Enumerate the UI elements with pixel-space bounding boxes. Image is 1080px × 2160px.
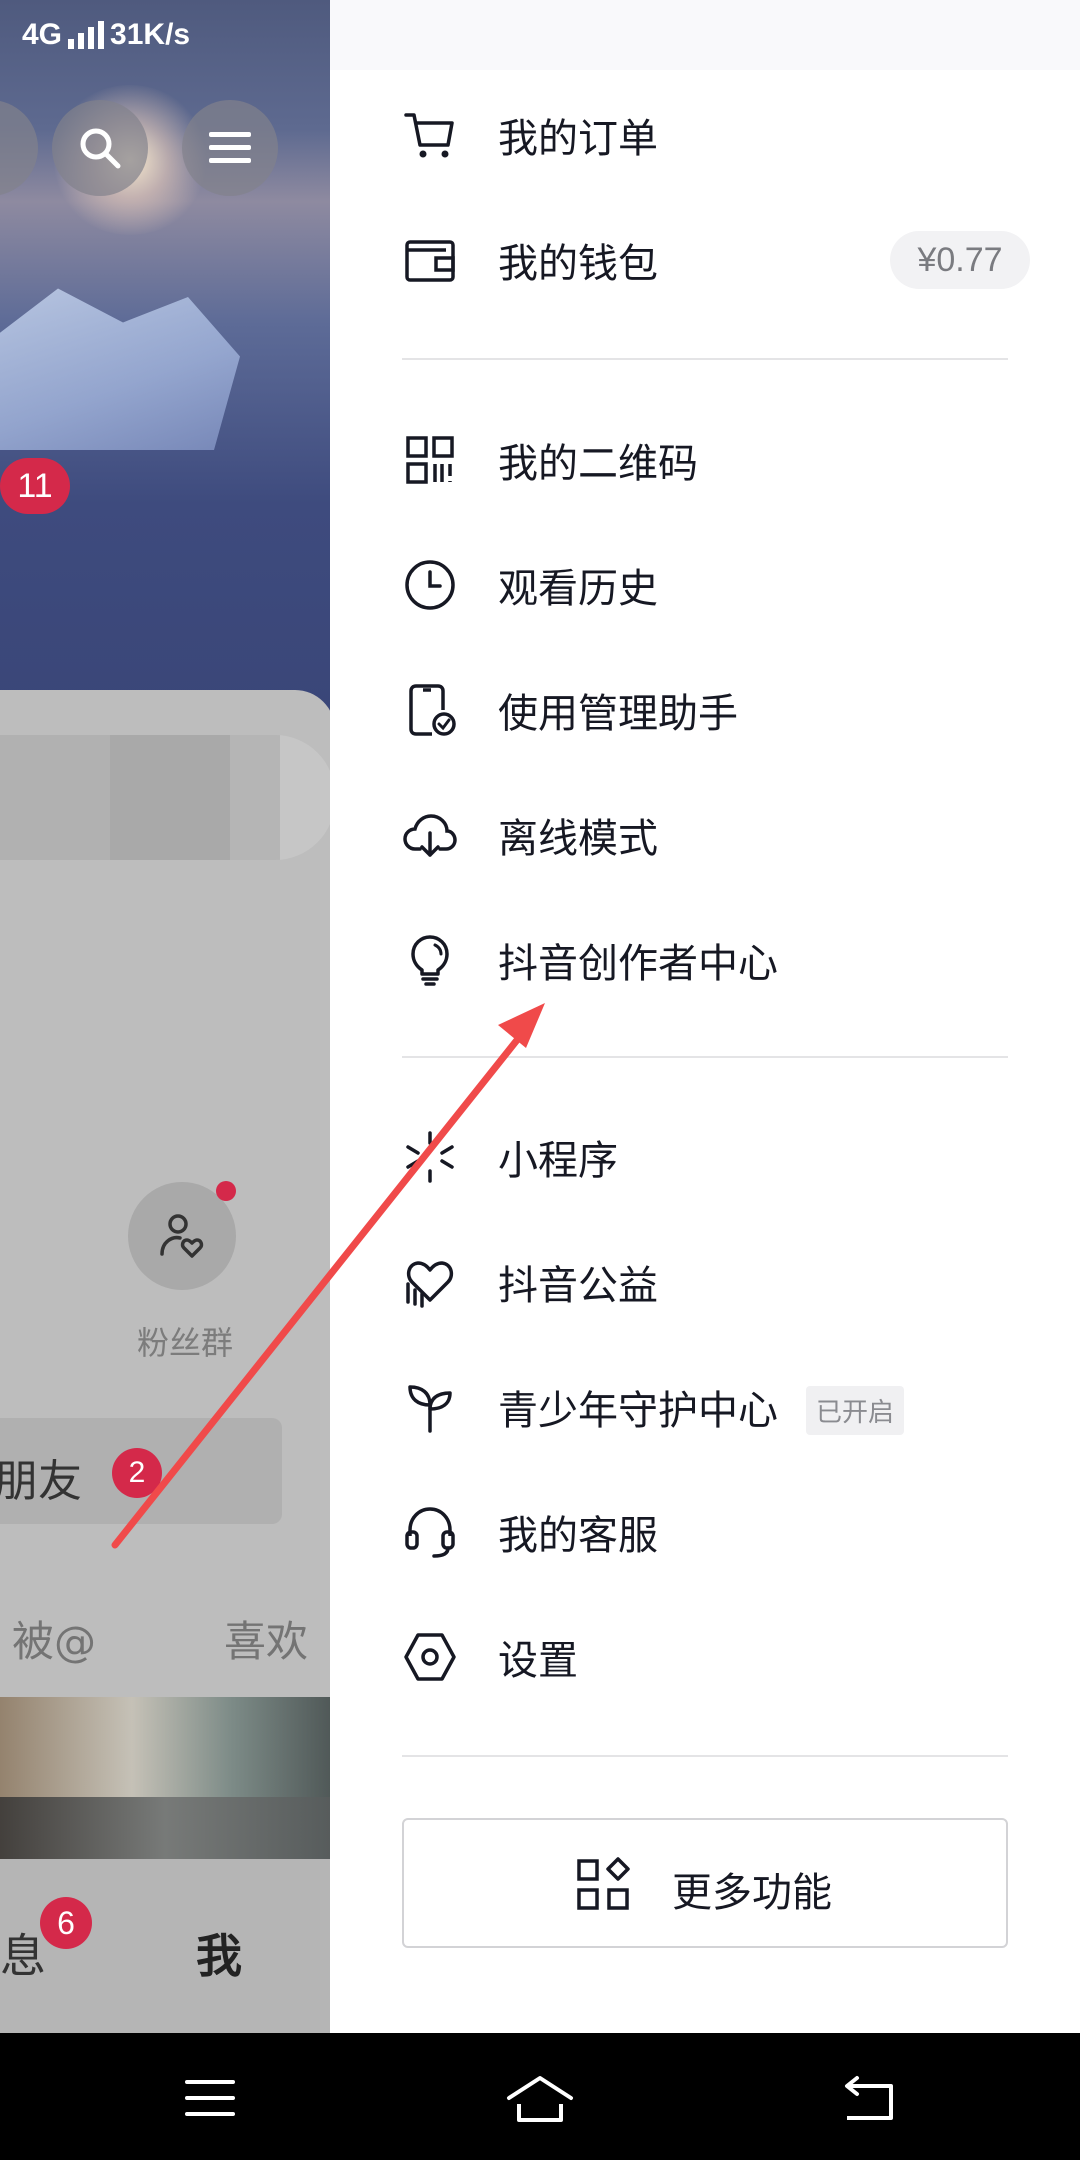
menu-item-label: 观看历史 [498,566,658,612]
hamburger-icon [209,132,251,163]
menu-item-customer-service[interactable]: 我的客服 [330,1477,1080,1587]
headset-icon [402,1504,458,1560]
drawer-status-area [330,0,1080,70]
fans-group-icon [160,1214,204,1258]
network-speed: 31K/s [110,18,191,51]
menu-item-label: 抖音创作者中心 [498,941,778,987]
more-features-label: 更多功能 [672,1870,832,1916]
menu-item-watch-history[interactable]: 观看历史 [330,530,1080,640]
pixelated-username [0,735,330,860]
divider [402,1755,1008,1757]
menu-item-orders[interactable]: 我的订单 [330,80,1080,190]
apps-grid-icon [577,1857,630,1910]
clock-icon [402,557,458,613]
video-thumbnail[interactable] [0,1797,330,1859]
menu-item-label: 我的二维码 [498,441,698,487]
tab-mentions[interactable]: 被@ [12,1608,96,1669]
divider [402,358,1008,360]
menu-item-usage-assistant[interactable]: 使用管理助手 [330,655,1080,765]
menu-item-label: 小程序 [498,1138,618,1184]
menu-item-label: 抖音公益 [498,1263,658,1309]
lightbulb-icon [402,932,458,988]
signal-icon [68,21,105,49]
tab-me[interactable]: 我 [196,1920,242,1986]
menu-item-mini-programs[interactable]: 小程序 [330,1102,1080,1212]
phone-check-icon [402,682,458,738]
friends-badge: 2 [112,1448,162,1498]
menu-item-youth-protection[interactable]: 青少年守护中心 已开启 [330,1352,1080,1462]
menu-item-label: 我的客服 [498,1513,658,1559]
menu-button[interactable] [182,100,278,196]
back-nav-icon[interactable] [835,2068,905,2128]
menu-item-label: 青少年守护中心 [498,1388,778,1434]
search-button[interactable] [52,100,148,196]
menu-item-creator-center[interactable]: 抖音创作者中心 [330,905,1080,1015]
video-thumbnail[interactable] [0,1697,330,1797]
notification-badge: 11 [0,458,70,514]
tab-likes[interactable]: 喜欢 [224,1608,308,1669]
menu-item-label: 使用管理助手 [498,691,738,737]
add-friends-label: 加朋友 [0,1456,82,1507]
search-icon [80,128,121,169]
mini-program-icon [402,1129,458,1185]
enabled-tag: 已开启 [806,1386,905,1435]
home-nav-icon[interactable] [505,2068,575,2128]
status-bar: 4G 31K/s [22,18,190,52]
heart-hand-icon [402,1254,458,1310]
cart-icon [402,107,458,163]
side-drawer: 我的订单 我的钱包 ¥0.77 我的二维码 观看历史 使用管理助手 离线模式 抖… [330,0,1080,2033]
qr-code-icon [402,432,458,488]
profile-page-background: 4G 31K/s 11 粉丝群 加朋友 2 被@ 喜欢 消息 6 我 [0,0,330,2033]
wallet-icon [402,232,458,288]
cloud-download-icon [402,807,458,863]
menu-item-charity[interactable]: 抖音公益 [330,1227,1080,1337]
bottom-tab-bar [0,1859,330,2033]
fans-group-label: 粉丝群 [136,1324,233,1362]
wallet-balance: ¥0.77 [890,231,1030,289]
menu-item-label: 离线模式 [498,816,658,862]
menu-item-label: 设置 [498,1638,578,1684]
divider [402,1056,1008,1058]
fans-notification-dot [216,1181,236,1201]
menu-item-label: 我的订单 [498,116,658,162]
menu-item-wallet[interactable]: 我的钱包 ¥0.77 [330,205,1080,315]
menu-nav-icon[interactable] [175,2068,245,2128]
menu-item-qr-code[interactable]: 我的二维码 [330,405,1080,515]
menu-item-settings[interactable]: 设置 [330,1602,1080,1712]
more-features-button[interactable]: 更多功能 [402,1818,1008,1948]
menu-item-offline-mode[interactable]: 离线模式 [330,780,1080,890]
sprout-icon [402,1379,458,1435]
tab-messages[interactable]: 消息 [0,1920,46,1986]
system-navigation-bar [0,2033,1080,2160]
network-type: 4G [22,18,63,51]
menu-item-label: 我的钱包 [498,241,658,287]
hexagon-settings-icon [402,1629,458,1685]
messages-badge: 6 [40,1897,92,1949]
